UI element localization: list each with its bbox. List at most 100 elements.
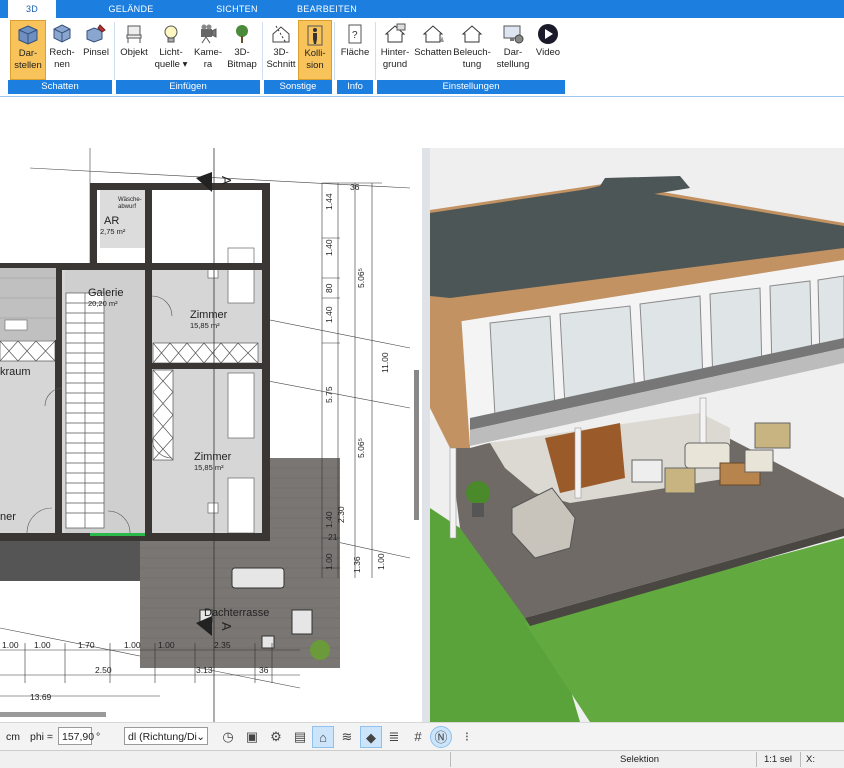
dim-bottom-1: 1.00 <box>2 640 19 650</box>
texture-icon[interactable]: ≋ <box>336 726 358 748</box>
dim-right-11: 1.00 <box>324 553 334 570</box>
vertical-scrollbar[interactable] <box>414 370 419 520</box>
horizontal-scrollbar[interactable] <box>0 712 106 717</box>
direction-select[interactable]: dl (Richtung/Di ⌄ <box>124 727 208 745</box>
calc-cube-icon <box>53 24 71 43</box>
schatten-button[interactable]: Schatten <box>413 20 453 80</box>
pinsel-line1: Pinsel <box>83 47 109 58</box>
status-x: X: <box>806 754 815 765</box>
tab-sichten[interactable]: SICHTEN <box>194 0 280 18</box>
objekt-button[interactable]: Objekt <box>116 20 152 80</box>
north-icon[interactable]: Ⓝ <box>430 726 452 748</box>
lichtquelle-line2: quelle ▾ <box>154 59 188 70</box>
status-divider <box>450 752 451 767</box>
dim-bottom-10: 13.69 <box>30 692 52 702</box>
camera-small-icon[interactable]: ⚙ <box>265 726 287 748</box>
terrace-plant <box>310 640 330 660</box>
dim-right-13: 1.00 <box>376 553 386 570</box>
layer-icon[interactable]: ◆ <box>360 726 382 748</box>
lichtquelle-button[interactable]: Licht-quelle ▾ <box>152 20 190 80</box>
room-name-zimmer-2: Zimmer <box>194 451 232 463</box>
render-cube-icon <box>18 25 38 45</box>
terrace-sofa <box>231 567 285 589</box>
section-mark-top: A <box>219 176 234 185</box>
monitor-icon[interactable]: ▣ <box>241 726 263 748</box>
lightbulb-icon <box>164 25 178 43</box>
schnitt-3d-line2: Schnitt <box>266 59 296 70</box>
rechnen-line2: nen <box>54 59 70 70</box>
darstellen-line1: Dar- <box>18 48 38 59</box>
tree-icon <box>236 25 248 43</box>
unit-label: cm <box>6 731 20 743</box>
room-name-dachterrasse: Dachterrasse <box>204 607 269 619</box>
tab-gelaende[interactable]: GELÄNDE <box>88 0 174 18</box>
rechnen-button[interactable]: Rech-nen <box>46 20 78 80</box>
room-name-galerie: Galerie <box>88 287 123 299</box>
dim-right-6: 5.75 <box>324 386 334 403</box>
lichtquelle-line1: Licht- <box>159 47 183 58</box>
kollision-line1: Kolli- <box>304 48 326 59</box>
hintergrund-button[interactable]: Hinter-grund <box>377 20 413 80</box>
dim-right-5: 5.06⁵ <box>356 268 366 288</box>
darstellen-button[interactable]: Dar-stellen <box>10 20 46 80</box>
shadow-house-icon <box>422 25 444 43</box>
bitmap-3d-line2: Bitmap <box>227 59 257 70</box>
pinsel-button[interactable]: Pinsel <box>80 20 112 80</box>
kamera-button[interactable]: Kame-ra <box>192 20 224 80</box>
floor-plan-view[interactable]: A A 1.44 1.40 80 1.40 5.06⁵ 5.75 11.00 5… <box>0 148 422 722</box>
room-name-ner: ner <box>0 511 16 523</box>
staircase <box>65 292 105 529</box>
more-icon[interactable]: ⁝ <box>456 726 478 748</box>
3d-view[interactable] <box>430 148 844 722</box>
room-area-zimmer-2: 15,85 m² <box>194 463 224 472</box>
tab-3d[interactable]: 3D <box>8 0 56 18</box>
walk-icon[interactable]: ⌂ <box>312 726 334 748</box>
section-mark-bottom: A <box>219 622 234 631</box>
schnitt-3d-button[interactable]: 3D- Schnitt <box>264 20 298 80</box>
schatten-line1: Schatten <box>414 47 452 58</box>
dim-bottom-6: 2.35 <box>214 640 231 650</box>
objekt-line1: Objekt <box>120 47 148 58</box>
dim-right-8: 5.06⁵ <box>356 438 366 458</box>
clock-icon[interactable]: ◷ <box>217 726 239 748</box>
darstellung-line2: stellung <box>496 59 530 70</box>
dim-right-2: 1.40 <box>324 239 334 256</box>
tab-bearbeiten[interactable]: BEARBEITEN <box>292 0 362 18</box>
darstellung-button[interactable]: Dar-stellung <box>493 20 533 80</box>
kollision-button[interactable]: Kolli-sion <box>298 20 332 80</box>
dim-right-12: 1.36 <box>352 556 362 573</box>
bitmap-3d-line1: 3D- <box>234 47 250 58</box>
phi-label: phi = <box>30 731 54 743</box>
room-name-kraum: kraum <box>0 366 31 378</box>
darstellung-line1: Dar- <box>503 47 523 58</box>
floor-plan-drawing: A A 1.44 1.40 80 1.40 5.06⁵ 5.75 11.00 5… <box>0 148 411 722</box>
collision-person-icon <box>307 25 323 46</box>
status-divider <box>756 752 757 767</box>
dim-bottom-3: 1.70 <box>78 640 95 650</box>
dim-right-9: 1.40 <box>324 511 334 528</box>
hintergrund-line1: Hinter- <box>380 47 410 58</box>
room-area-ar: 2,75 m² <box>100 227 126 236</box>
group-sonstige: Sonstige <box>264 80 332 94</box>
phi-input[interactable]: 157,90 <box>58 727 94 745</box>
group-info: Info <box>337 80 373 94</box>
beleuchtung-line1: Beleuch- <box>453 47 491 58</box>
schnitt-3d-line1: 3D- <box>273 47 289 58</box>
status-divider <box>800 752 801 767</box>
flaeche-button[interactable]: ? Fläche <box>337 20 373 80</box>
group-einstellungen: Einstellungen <box>377 80 565 94</box>
bottom-toolbar: cm phi = 157,90 ° dl (Richtung/Di ⌄ ◷ ▣ ⚙… <box>0 722 844 751</box>
bitmap-3d-button[interactable]: 3D- Bitmap <box>224 20 260 80</box>
section-icon <box>272 25 290 44</box>
dim-right-7: 11.00 <box>380 352 390 373</box>
stack-icon[interactable]: ≣ <box>383 726 405 748</box>
beleuchtung-button[interactable]: Beleuch-tung <box>453 20 491 80</box>
door-threshold <box>90 533 145 536</box>
grid-icon[interactable]: # <box>407 726 429 748</box>
background-house-icon <box>384 23 406 43</box>
paint-icon[interactable]: ▤ <box>289 726 311 748</box>
video-button[interactable]: Video <box>533 20 563 80</box>
chevron-down-icon: ⌄ <box>196 731 205 743</box>
dim-bottom-11: 21 <box>328 532 338 542</box>
view-splitter[interactable] <box>422 148 430 722</box>
